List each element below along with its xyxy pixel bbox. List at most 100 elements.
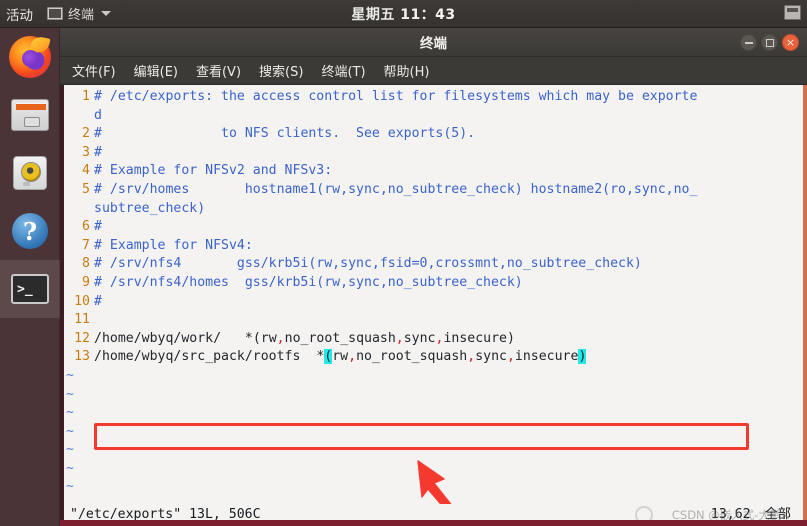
editor-line: 12 /home/wbyq/work/ *(rw,no_root_squash,…	[64, 330, 803, 349]
editor-line: 1 # /etc/exports: the access control lis…	[64, 88, 803, 107]
line-content: # /srv/homes hostname1(rw,sync,no_subtre…	[94, 181, 698, 197]
editor-line-current: 13 /home/wbyq/src_pack/rootfs *(rw,no_ro…	[64, 348, 803, 367]
help-icon: ?	[12, 213, 48, 249]
firefox-icon	[9, 36, 51, 78]
tilde-icon: ~	[66, 386, 74, 402]
editor-line: 7 # Example for NFSv4:	[64, 237, 803, 256]
line-number	[64, 107, 94, 126]
files-icon	[11, 99, 49, 131]
option: rw	[332, 349, 349, 365]
export-path: /home/wbyq/work/	[94, 330, 222, 346]
line-content: # to NFS clients. See exports(5).	[94, 126, 476, 142]
vim-buffer[interactable]: 1 # /etc/exports: the access control lis…	[64, 85, 803, 516]
option: rw	[260, 330, 277, 346]
terminal-window: 终端 × 文件(F) 编辑(E) 查看(V) 搜索(S) 终端(T) 帮助(H)…	[60, 28, 807, 526]
tilde-icon: ~	[66, 460, 74, 476]
menu-edit[interactable]: 编辑(E)	[132, 59, 180, 82]
system-tray[interactable]	[784, 5, 801, 20]
line-number: 4	[82, 163, 90, 179]
editor-line-wrap: d	[64, 107, 803, 126]
line-content: d	[94, 107, 102, 123]
dock-item-firefox[interactable]	[0, 28, 60, 86]
line-content: #	[94, 293, 102, 309]
editor-line: 2 # to NFS clients. See exports(5).	[64, 125, 803, 144]
line-content: #	[94, 144, 102, 160]
line-number: 1	[82, 89, 90, 104]
line-number: 5	[82, 181, 90, 197]
annotation-highlight-box	[94, 423, 749, 450]
editor-line: 11	[64, 311, 803, 330]
minimize-button[interactable]	[740, 34, 757, 51]
menu-file[interactable]: 文件(F)	[70, 59, 118, 82]
line-number: 9	[82, 274, 90, 290]
close-paren: )	[506, 330, 515, 346]
keyboard-indicator-icon[interactable]	[784, 5, 801, 20]
line-content: /home/wbyq/work/ *(rw,no_root_squash,syn…	[94, 330, 515, 349]
comma: ,	[506, 349, 515, 365]
line-content: # /srv/nfs4 gss/krb5i(rw,sync,fsid=0,cro…	[94, 256, 642, 272]
comma: ,	[467, 349, 476, 365]
open-paren: (	[252, 330, 261, 346]
dock-item-help[interactable]: ?	[0, 202, 60, 260]
editor-line: 10 #	[64, 293, 803, 312]
window-title: 终端	[420, 36, 447, 52]
editor-line: 4 # Example for NFSv2 and NFSv3:	[64, 162, 803, 181]
close-button[interactable]: ×	[782, 34, 799, 51]
dock-item-rhythmbox[interactable]	[0, 144, 60, 202]
line-number: 3	[82, 144, 90, 160]
menu-view[interactable]: 查看(V)	[194, 59, 243, 82]
line-number: 6	[82, 219, 90, 235]
line-number: 8	[82, 256, 90, 272]
option: insecure	[443, 330, 507, 346]
line-number: 10	[74, 293, 90, 309]
line-content: #	[94, 219, 102, 235]
option: sync	[475, 349, 507, 365]
line-number: 12	[74, 330, 90, 346]
line-content: # /etc/exports: the access control list …	[94, 89, 698, 104]
minimize-icon	[744, 41, 753, 44]
ubuntu-dock: ? >_	[0, 28, 60, 526]
tilde-icon: ~	[66, 423, 74, 439]
maximize-button[interactable]	[761, 34, 778, 51]
dock-item-files[interactable]	[0, 86, 60, 144]
menu-help[interactable]: 帮助(H)	[382, 59, 432, 82]
line-content: /home/wbyq/src_pack/rootfs *(rw,no_root_…	[94, 348, 587, 367]
line-content: # Example for NFSv2 and NFSv3:	[94, 163, 333, 179]
desktop-screen: 活动 终端 星期五 11：43 ? >_ 终端 × 文件(F) 编辑(E) 查看…	[0, 0, 807, 526]
editor-line: 9 # /srv/nfs4/homes gss/krb5i(rw,sync,no…	[64, 274, 803, 293]
line-content: # /srv/nfs4/homes gss/krb5i(rw,sync,no_s…	[94, 274, 523, 290]
editor-line: 8 # /srv/nfs4 gss/krb5i(rw,sync,fsid=0,c…	[64, 255, 803, 274]
line-number	[64, 200, 94, 219]
window-controls: ×	[740, 34, 799, 51]
line-number: 2	[82, 126, 90, 142]
empty-line-marker: ~	[64, 404, 803, 423]
clock-time: 11：43	[400, 6, 456, 23]
clock-weekday: 星期五	[351, 6, 395, 23]
editor-line-wrap: subtree_check)	[64, 200, 803, 219]
terminal-output-area[interactable]: 1 # /etc/exports: the access control lis…	[60, 85, 807, 526]
option: no_root_squash	[356, 349, 468, 365]
menu-bar: 文件(F) 编辑(E) 查看(V) 搜索(S) 终端(T) 帮助(H)	[60, 57, 807, 85]
wildcard: *	[244, 330, 253, 346]
line-content: subtree_check)	[94, 200, 206, 216]
menu-search[interactable]: 搜索(S)	[257, 59, 305, 82]
window-bottom-edge	[60, 520, 807, 526]
editor-line: 5 # /srv/homes hostname1(rw,sync,no_subt…	[64, 181, 803, 200]
clock[interactable]: 星期五 11：43	[0, 4, 807, 24]
window-titlebar[interactable]: 终端 ×	[60, 28, 807, 57]
empty-line-marker: ~	[64, 386, 803, 405]
line-content: # Example for NFSv4:	[94, 237, 253, 253]
maximize-icon	[765, 38, 774, 47]
option: no_root_squash	[284, 330, 396, 346]
tilde-icon: ~	[66, 479, 74, 495]
tilde-icon: ~	[66, 405, 74, 421]
editor-line: 6 #	[64, 218, 803, 237]
tilde-icon: ~	[66, 442, 74, 458]
menu-terminal[interactable]: 终端(T)	[319, 59, 367, 82]
dock-item-terminal[interactable]: >_	[0, 260, 60, 318]
comma: ,	[348, 349, 357, 365]
tilde-icon: ~	[66, 367, 74, 383]
gnome-top-panel: 活动 终端 星期五 11：43	[0, 0, 807, 28]
